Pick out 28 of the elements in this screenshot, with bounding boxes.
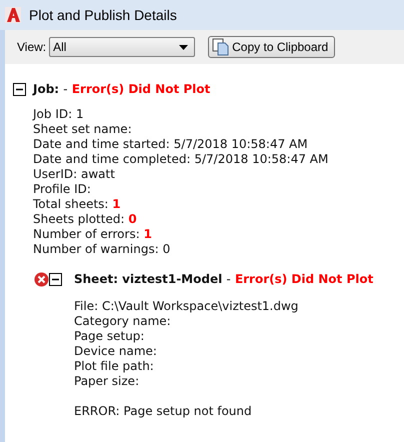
- detail-line: Category name:: [74, 314, 172, 329]
- view-label: View:: [17, 40, 46, 54]
- detail-line: Date and time started: 5/7/2018 10:58:47 AM: [33, 137, 309, 152]
- app-logo-icon: [5, 7, 21, 23]
- view-dropdown[interactable]: All: [49, 37, 196, 57]
- detail-line: Date and time completed: 5/7/2018 10:58:47 AM: [33, 152, 330, 167]
- caret-icon: [179, 44, 188, 50]
- collapse-icon[interactable]: [13, 82, 26, 96]
- detail-line: Total sheets: 1: [33, 197, 122, 212]
- collapse-icon[interactable]: [49, 272, 62, 286]
- detail-line: Sheets plotted: 0: [33, 212, 138, 227]
- detail-line: Plot file path:: [74, 359, 155, 374]
- detail-line: Device name:: [74, 344, 158, 359]
- detail-line: UserID: awatt: [33, 167, 116, 182]
- detail-line: Profile ID:: [33, 182, 92, 197]
- detail-line: Job ID: 1: [33, 107, 85, 122]
- detail-line: Number of warnings: 0: [33, 242, 172, 257]
- detail-line: Paper size:: [74, 374, 140, 389]
- detail-line: File: C:\Vault Workspace\viztest1.dwg: [74, 299, 300, 314]
- error-message: ERROR: Page setup not found: [74, 404, 253, 419]
- detail-line: Page setup:: [74, 329, 146, 344]
- detail-line: Sheet set name:: [33, 122, 133, 137]
- window-title: Plot and Publish Details: [29, 7, 177, 23]
- copy-to-clipboard-button[interactable]: Copy to Clipboard: [208, 36, 336, 58]
- clipboard-icon: [212, 38, 230, 56]
- detail-line: Number of errors: 1: [33, 227, 153, 242]
- job-header: Job: - Error(s) Did Not Plot: [33, 82, 210, 96]
- sheet-header: Sheet: viztest1-Model - Error(s) Did Not Plot: [74, 272, 374, 286]
